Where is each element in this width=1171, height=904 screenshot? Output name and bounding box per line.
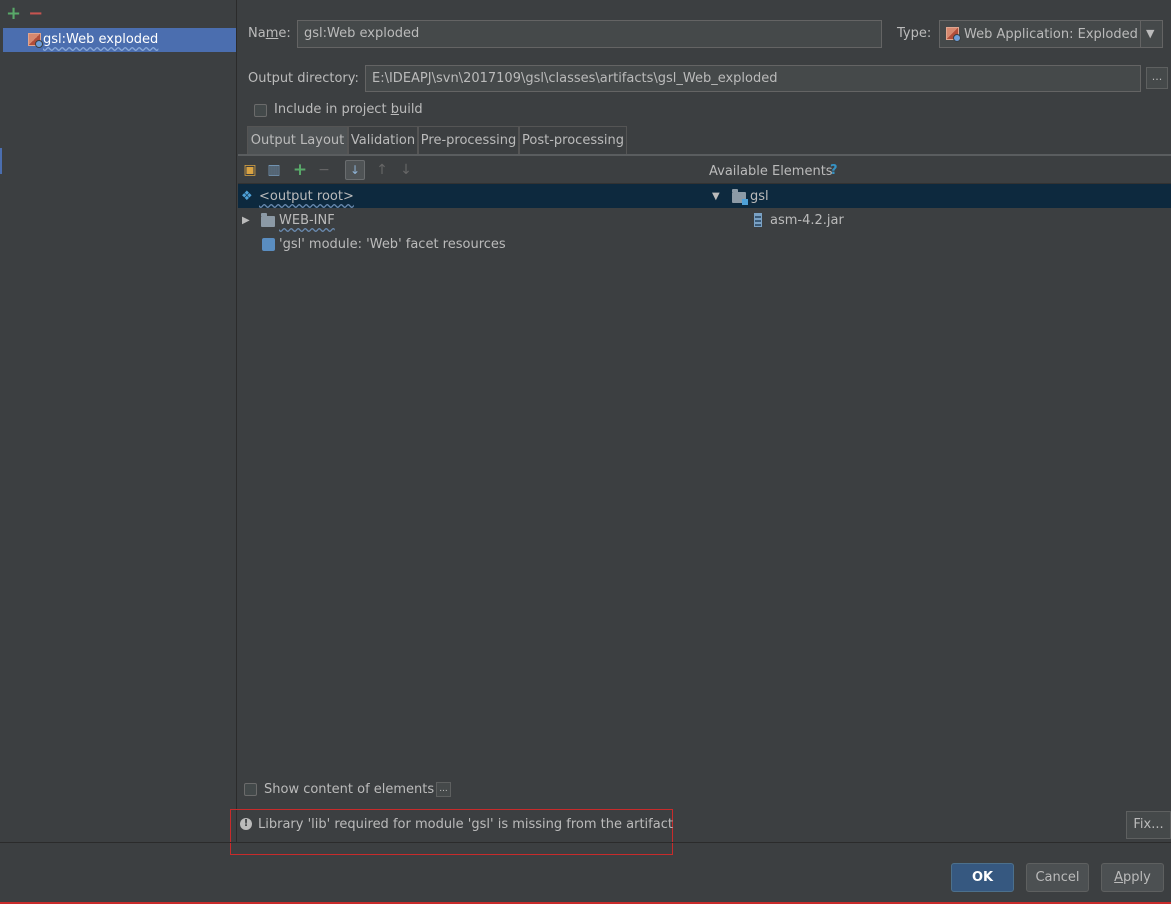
browse-button[interactable]: ...: [1146, 67, 1168, 89]
warning-icon: !: [240, 818, 252, 830]
collapse-arrow-icon[interactable]: ▼: [712, 191, 720, 202]
output-root-icon: ❖: [241, 189, 253, 204]
output-directory-field[interactable]: E:\IDEAPJ\svn\2017109\gsl\classes\artifa…: [365, 65, 1141, 92]
tab-validation[interactable]: Validation: [348, 126, 418, 154]
chevron-down-icon: ▼: [1146, 27, 1155, 40]
available-elements-title: Available Elements: [709, 164, 833, 179]
artifact-list-item[interactable]: gsl:Web exploded: [3, 28, 236, 52]
include-in-build-checkbox[interactable]: [254, 104, 267, 117]
fix-button[interactable]: Fix...: [1126, 811, 1171, 839]
dialog-divider: [0, 842, 1171, 843]
sort-elements-icon[interactable]: ↓: [345, 160, 365, 180]
artifact-list-item-label: gsl:Web exploded: [43, 32, 159, 47]
web-facet-resources-item[interactable]: 'gsl' module: 'Web' facet resources: [279, 237, 506, 252]
output-directory-label: Output directory:: [248, 71, 359, 86]
expand-arrow-icon[interactable]: ▶: [242, 215, 250, 226]
type-label: Type:: [897, 26, 932, 41]
jar-icon: [754, 213, 762, 227]
show-content-label: Show content of elements: [264, 782, 435, 797]
asm-jar-item[interactable]: asm-4.2.jar: [770, 213, 844, 228]
gsl-module-item[interactable]: gsl: [750, 189, 769, 204]
remove-element-icon[interactable]: −: [315, 160, 333, 180]
war-exploded-icon: [28, 33, 43, 48]
show-content-options-button[interactable]: ...: [436, 782, 451, 797]
add-element-icon[interactable]: +: [291, 160, 309, 180]
cancel-button[interactable]: Cancel: [1026, 863, 1089, 892]
include-in-build-label: Include in project build: [274, 102, 423, 117]
tab-post-processing[interactable]: Post-processing: [519, 126, 627, 154]
show-content-checkbox[interactable]: [244, 783, 257, 796]
remove-artifact-icon[interactable]: −: [28, 4, 46, 24]
help-icon[interactable]: ?: [830, 163, 838, 178]
apply-button[interactable]: Apply: [1101, 863, 1164, 892]
create-directory-icon[interactable]: ▣: [241, 160, 259, 180]
output-root-item[interactable]: <output root>: [259, 189, 354, 204]
left-edge-marker: [0, 148, 2, 174]
artifacts-toolbar: + −: [6, 4, 46, 26]
war-exploded-icon: [946, 27, 961, 42]
move-down-icon[interactable]: ↓: [397, 160, 415, 180]
module-folder-icon: [732, 189, 748, 205]
warning-highlight: [230, 809, 673, 855]
folder-icon: [261, 213, 275, 227]
type-select-value: Web Application: Exploded: [964, 27, 1138, 42]
tree-selection-row: [238, 184, 1171, 208]
warning-message: Library 'lib' required for module 'gsl' …: [258, 817, 673, 832]
add-artifact-icon[interactable]: +: [6, 4, 24, 24]
tab-output-layout[interactable]: Output Layout: [247, 126, 348, 154]
web-facet-icon: [262, 238, 275, 251]
create-archive-icon[interactable]: ▥: [265, 160, 283, 180]
type-select-divider: [1140, 21, 1141, 47]
type-select[interactable]: Web Application: Exploded ▼: [939, 20, 1163, 48]
name-label: Name:: [248, 26, 291, 41]
web-inf-item[interactable]: WEB-INF: [279, 213, 335, 228]
ok-button[interactable]: OK: [951, 863, 1014, 892]
tab-pre-processing[interactable]: Pre-processing: [418, 126, 519, 154]
artifacts-list-panel: [0, 0, 237, 842]
name-field[interactable]: gsl:Web exploded: [297, 20, 882, 48]
move-up-icon[interactable]: ↑: [373, 160, 391, 180]
